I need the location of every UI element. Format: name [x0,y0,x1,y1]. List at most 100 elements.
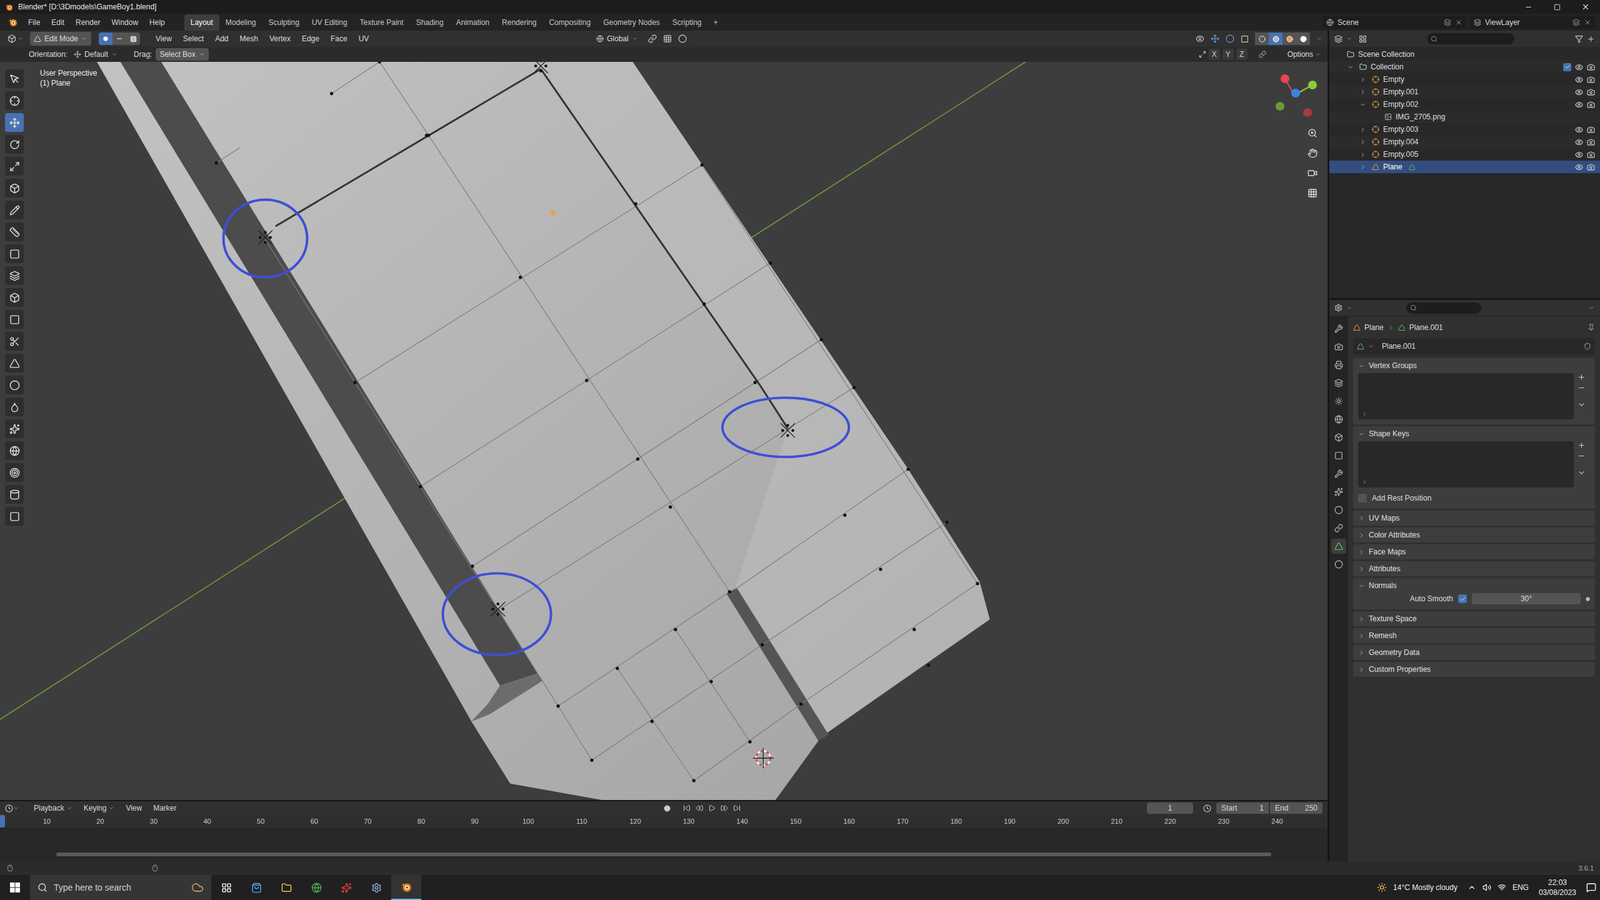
current-frame-field[interactable]: 1 [1146,802,1194,814]
timeline-menu[interactable]: View [120,802,148,814]
visibility-toggle-icon[interactable] [1575,63,1584,72]
properties-tab[interactable] [1331,430,1347,445]
outliner-row[interactable]: Empty.005 [1329,148,1600,161]
tool-button[interactable] [5,69,24,89]
render-toggle-icon[interactable] [1586,125,1595,134]
menu-item[interactable]: Edit [45,15,70,30]
start-frame-field[interactable]: Start1 [1216,802,1269,814]
workspace-tab[interactable]: Geometry Nodes [596,14,667,31]
properties-tab[interactable] [1331,393,1347,409]
menu-icon[interactable] [1577,400,1586,409]
visibility-toggle-icon[interactable] [1575,100,1584,109]
timeline-scrollbar[interactable] [56,852,1272,857]
visibility-toggle-icon[interactable] [1575,163,1584,172]
mirror-toggle[interactable]: Z [1236,48,1248,60]
file-explorer-button[interactable] [271,875,302,900]
pan-button[interactable] [1303,144,1322,162]
tool-button[interactable] [5,200,24,220]
properties-tab[interactable] [1331,520,1347,536]
render-toggle-icon[interactable] [1586,63,1595,72]
properties-tab[interactable] [1331,375,1347,391]
steam-button[interactable] [361,875,392,900]
transform-orientation-dropdown[interactable]: Default [70,48,122,60]
outliner-row[interactable]: Empty [1329,73,1600,86]
workspace-tab[interactable]: Rendering [495,14,543,31]
tool-button[interactable] [5,178,24,198]
tool-button[interactable] [5,156,24,176]
expand-arrow-icon[interactable] [1359,101,1367,109]
tool-button[interactable] [5,331,24,351]
menu-item[interactable]: Render [70,15,106,30]
datablock-selector[interactable]: Plane.001 [1353,338,1595,355]
mirror-toggle[interactable]: Y [1222,48,1234,60]
playhead[interactable] [0,815,5,828]
properties-search[interactable] [1406,302,1482,314]
visibility-toggle-icon[interactable] [1575,138,1584,147]
workspace-tab[interactable]: Texture Paint [353,14,410,31]
ortho-toggle-button[interactable] [1303,184,1322,202]
workspace-tab[interactable]: Layout [184,14,220,31]
task-view-button[interactable] [211,875,242,900]
outliner-row[interactable]: Scene Collection [1329,48,1600,61]
tool-button[interactable] [5,91,24,110]
workspace-tab[interactable]: Sculpting [262,14,306,31]
language-indicator[interactable]: ENG [1512,881,1529,894]
blender-taskbar-button[interactable] [391,875,422,900]
mesh-view[interactable] [0,61,1328,800]
shading-mode-button[interactable] [1255,32,1269,45]
panel-header[interactable]: Color Attributes [1353,527,1595,543]
properties-tab[interactable] [1331,448,1347,464]
expand-arrow-icon[interactable] [1359,88,1367,96]
tool-button[interactable] [5,375,24,395]
workspace-tab[interactable]: Animation [450,14,496,31]
app-button[interactable] [331,875,362,900]
visibility-toggle-icon[interactable] [1575,150,1584,159]
workspace-tab[interactable]: UV Editing [305,14,354,31]
viewport-menu[interactable]: Face [325,33,354,45]
workspace-tab[interactable]: Shading [410,14,450,31]
render-toggle-icon[interactable] [1586,150,1595,159]
properties-tab[interactable] [1331,556,1347,572]
mode-dropdown[interactable]: Edit Mode [30,31,92,46]
menu-item[interactable]: File [22,15,46,30]
tool-button[interactable] [5,441,24,460]
menu-item[interactable]: Window [105,15,144,30]
properties-tab[interactable] [1331,321,1347,337]
panel-header[interactable]: Custom Properties [1353,661,1595,677]
properties-tab[interactable] [1331,502,1347,518]
panel-header[interactable]: Geometry Data [1353,645,1595,660]
options-dropdown[interactable]: Options [1287,48,1322,60]
viewport-menu[interactable]: View [150,33,178,45]
properties-tab[interactable] [1331,411,1347,427]
checkbox-row[interactable]: Add Rest Position [1358,492,1590,504]
tool-button[interactable] [5,353,24,373]
workspace-tab[interactable]: Compositing [542,14,597,31]
scene-selector[interactable]: Scene [1322,16,1467,29]
clock[interactable]: 22:0303/08/2023 [1535,877,1580,898]
tool-button[interactable] [5,135,24,154]
editor-type-button[interactable] [5,34,27,44]
mirror-toggle[interactable]: X [1208,48,1220,60]
viewport-menu[interactable]: Edge [296,33,325,45]
visibility-toggle-icon[interactable] [1575,125,1584,134]
shading-mode-button[interactable] [1268,32,1283,45]
viewport-menu[interactable]: Select [177,33,210,45]
auto-smooth-checkbox[interactable] [1458,594,1467,604]
store-button[interactable] [241,875,272,900]
tool-button[interactable] [5,397,24,417]
tool-button[interactable] [5,113,24,132]
properties-tab[interactable] [1331,339,1347,355]
tray-expand-icon[interactable] [1467,883,1477,892]
outliner-row[interactable]: Empty.002 [1329,98,1600,111]
maximize-button[interactable] [1542,0,1572,14]
timeline-menu[interactable]: Playback [28,802,79,814]
timeline-menu[interactable]: Keying [78,802,121,814]
tool-button[interactable] [5,244,24,264]
camera-view-button[interactable] [1303,164,1322,182]
taskbar-search[interactable]: Type here to search [30,875,212,900]
expand-arrow-icon[interactable] [1359,126,1367,134]
shading-mode-button[interactable] [1282,32,1297,45]
tool-button[interactable] [5,463,24,482]
browser-button[interactable] [301,875,332,900]
shading-mode-button[interactable] [1296,32,1310,45]
